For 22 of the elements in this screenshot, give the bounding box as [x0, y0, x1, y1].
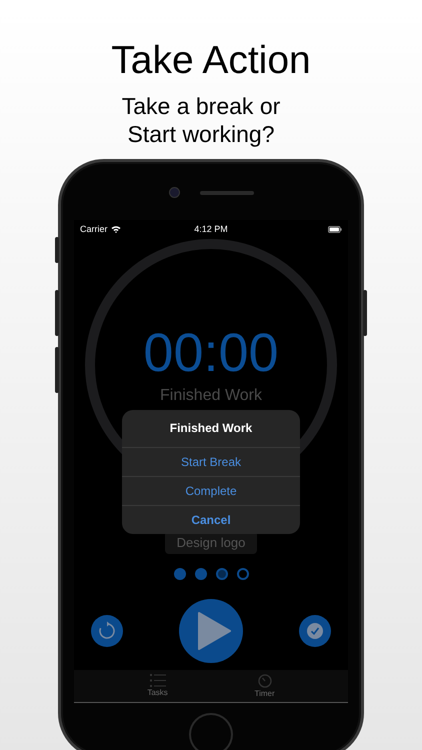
alert-action[interactable]: Cancel	[122, 505, 300, 534]
play-icon	[197, 612, 231, 650]
tab-item[interactable]: Timer	[248, 670, 281, 702]
checkmark-icon	[307, 623, 323, 640]
battery-icon	[328, 226, 342, 233]
alert-action[interactable]: Complete	[122, 476, 300, 506]
subtitle-line: Take a break or	[122, 92, 280, 120]
carrier-label: Carrier	[80, 224, 108, 234]
status-time: 4:12 PM	[194, 224, 228, 234]
wifi-icon	[110, 225, 121, 234]
reset-button[interactable]	[91, 615, 123, 648]
tab-item[interactable]: Tasks	[141, 670, 174, 702]
speaker-grille	[200, 190, 254, 195]
timer-label: Finished Work	[160, 387, 262, 406]
subtitle-line: Start working?	[127, 120, 274, 148]
complete-button[interactable]	[299, 615, 331, 648]
timer-display: 00:00	[143, 323, 279, 384]
reset-icon	[97, 621, 117, 642]
headline: Take Action	[111, 38, 311, 84]
camera-icon	[168, 187, 180, 198]
alert-action[interactable]: Start Break	[122, 447, 300, 476]
alert-title: Finished Work	[168, 420, 254, 438]
